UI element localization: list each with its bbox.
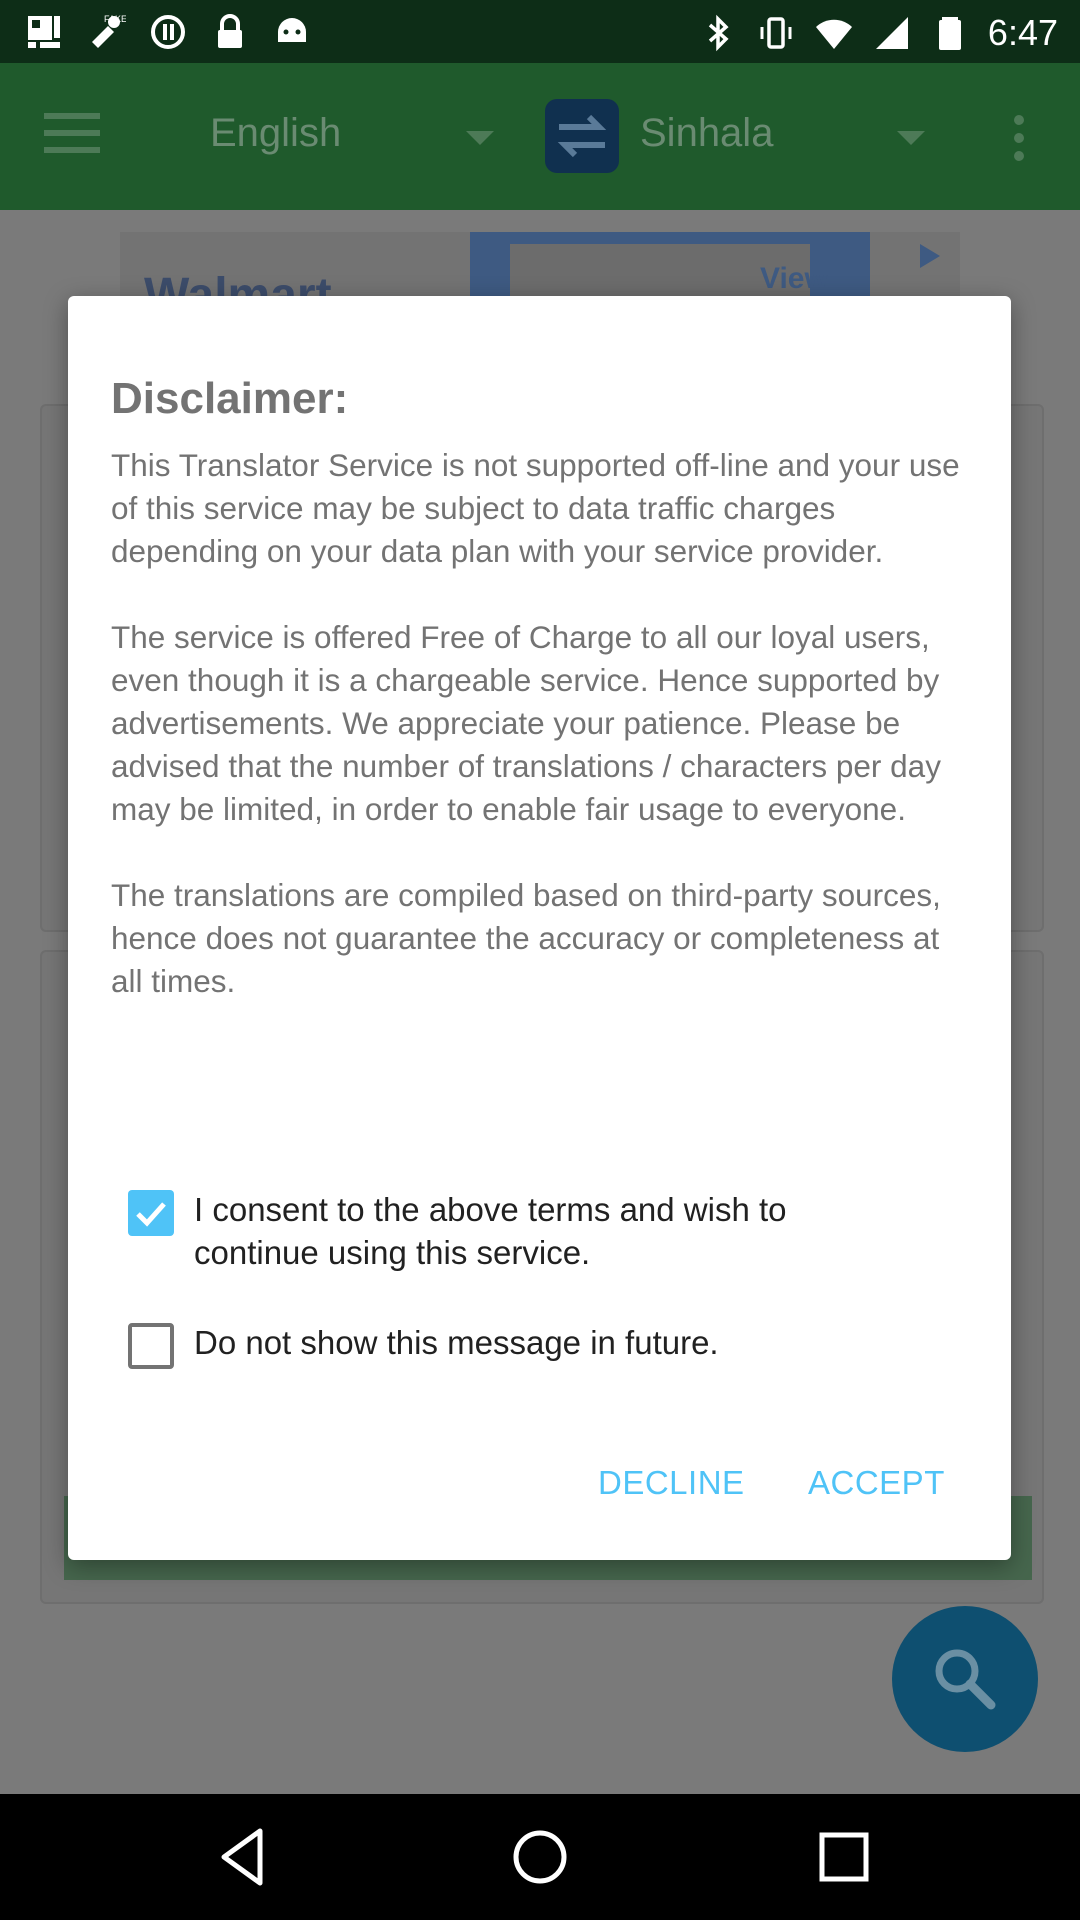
- dont-show-checkbox[interactable]: [128, 1323, 174, 1369]
- lock-icon: [218, 14, 242, 48]
- swap-languages-button[interactable]: [545, 99, 619, 173]
- vibrate-icon: [760, 17, 792, 49]
- search-button[interactable]: [892, 1606, 1038, 1752]
- notification-icon: [28, 16, 60, 48]
- ad-choices-icon[interactable]: [920, 244, 940, 268]
- chevron-down-icon: [897, 131, 925, 145]
- home-icon[interactable]: [504, 1821, 576, 1893]
- consent-label: I consent to the above terms and wish to…: [194, 1191, 787, 1271]
- consent-checkbox[interactable]: [128, 1190, 174, 1236]
- decline-button[interactable]: DECLINE: [598, 1464, 745, 1502]
- chevron-down-icon: [466, 131, 494, 145]
- wifi-icon: [815, 19, 852, 49]
- menu-icon[interactable]: [44, 113, 100, 159]
- recents-icon[interactable]: [808, 1821, 880, 1893]
- dialog-message: This Translator Service is not supported…: [111, 444, 973, 1046]
- accept-button[interactable]: ACCEPT: [808, 1464, 945, 1502]
- ad-view-button[interactable]: View: [760, 262, 828, 296]
- status-time: 6:47: [987, 12, 1058, 53]
- checkmark-icon: [136, 1202, 166, 1227]
- target-language-select[interactable]: Sinhala: [640, 111, 773, 156]
- signal-icon: [875, 17, 908, 49]
- disclaimer-paragraph: This Translator Service is not supported…: [111, 447, 960, 569]
- dont-show-label: Do not show this message in future.: [194, 1324, 719, 1361]
- consent-checkbox-row[interactable]: I consent to the above terms and wish to…: [128, 1188, 894, 1274]
- android-icon: [278, 18, 306, 42]
- navigation-bar: [0, 1794, 1080, 1920]
- status-bar: FAKE 6:47: [0, 0, 1080, 63]
- svg-text:FAKE: FAKE: [104, 14, 126, 24]
- dont-show-checkbox-row[interactable]: Do not show this message in future.: [128, 1321, 894, 1369]
- source-language-select[interactable]: English: [210, 111, 341, 156]
- app-toolbar: English Sinhala: [0, 63, 1080, 210]
- sync-circle-icon: [151, 15, 185, 49]
- swap-icon: [557, 114, 607, 158]
- dialog-title: Disclaimer:: [111, 374, 349, 423]
- back-icon[interactable]: [208, 1821, 280, 1893]
- disclaimer-paragraph: The translations are compiled based on t…: [111, 877, 941, 999]
- more-options-icon[interactable]: [1014, 115, 1026, 169]
- disclaimer-paragraph: The service is offered Free of Charge to…: [111, 619, 941, 827]
- fake-gps-icon: FAKE: [92, 14, 126, 48]
- bluetooth-icon: [708, 14, 729, 52]
- battery-icon: [938, 17, 961, 50]
- search-icon: [935, 1649, 996, 1710]
- disclaimer-dialog: Disclaimer: This Translator Service is n…: [68, 296, 1011, 1560]
